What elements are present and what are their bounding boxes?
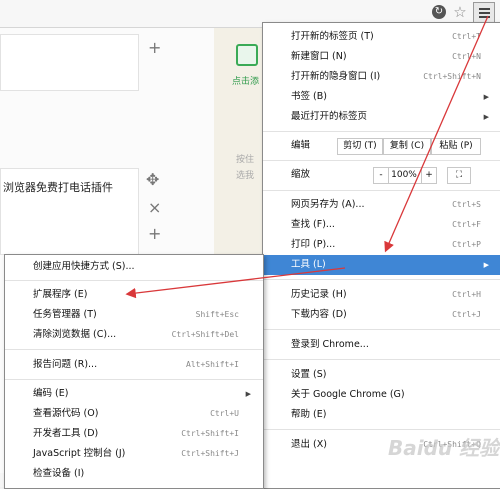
annotation-arrows bbox=[125, 15, 489, 299]
watermark-logo: Baidu 经验 bbox=[388, 436, 500, 460]
arrow-to-tools bbox=[384, 15, 489, 253]
arrow-to-extensions bbox=[125, 267, 346, 299]
